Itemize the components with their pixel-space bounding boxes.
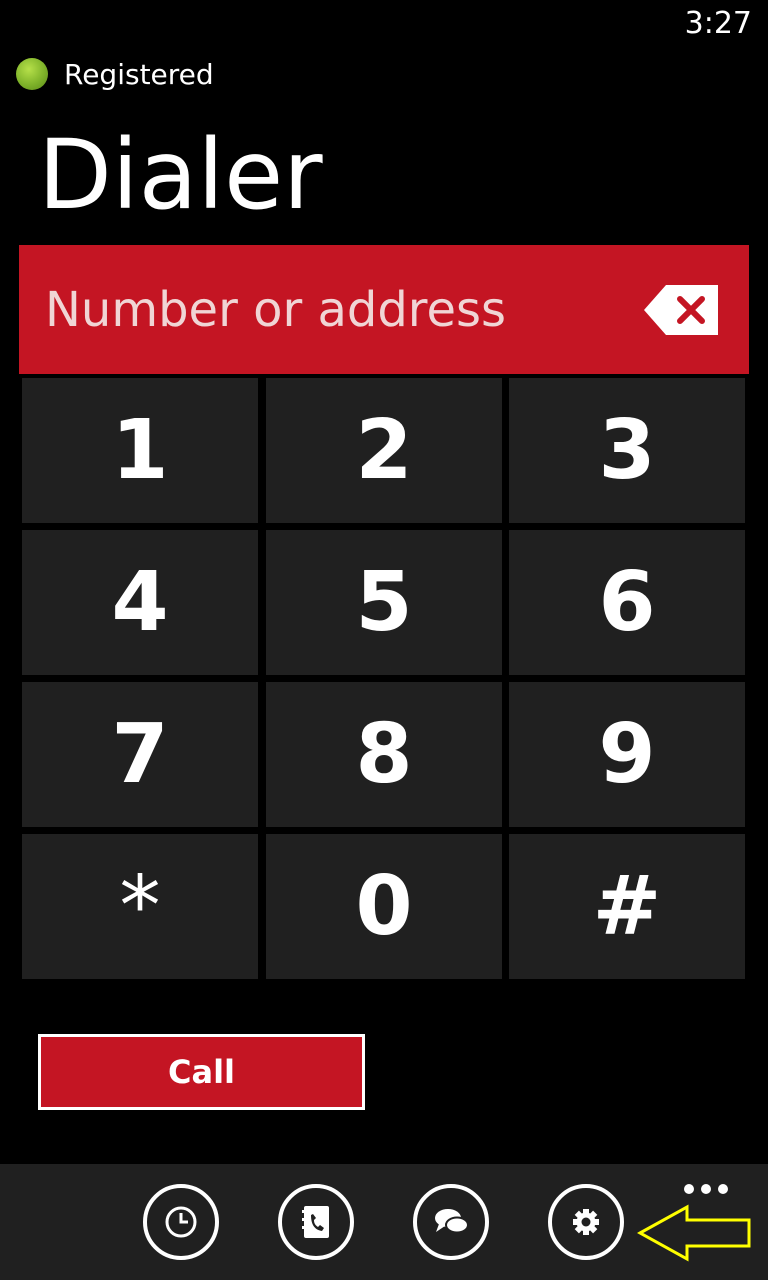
key-3[interactable]: 3 xyxy=(509,378,745,523)
settings-button[interactable] xyxy=(548,1184,624,1260)
number-field xyxy=(19,245,749,374)
key-label: # xyxy=(592,859,662,954)
key-hash[interactable]: # xyxy=(509,834,745,979)
messages-button[interactable] xyxy=(413,1184,489,1260)
history-button[interactable] xyxy=(143,1184,219,1260)
page-title: Dialer xyxy=(38,119,323,231)
key-9[interactable]: 9 xyxy=(509,682,745,827)
call-button[interactable]: Call xyxy=(38,1034,365,1110)
key-label: 5 xyxy=(355,555,413,650)
key-label: 7 xyxy=(111,707,169,802)
chat-icon xyxy=(435,1209,469,1234)
key-1[interactable]: 1 xyxy=(22,378,258,523)
key-4[interactable]: 4 xyxy=(22,530,258,675)
key-0[interactable]: 0 xyxy=(266,834,502,979)
backspace-icon[interactable] xyxy=(644,285,718,335)
annotation-arrow-icon xyxy=(637,1204,751,1262)
ellipsis-icon[interactable] xyxy=(684,1182,728,1196)
number-input[interactable] xyxy=(19,245,619,374)
key-star[interactable]: * xyxy=(22,834,258,979)
key-label: 1 xyxy=(111,403,169,498)
settings-icon xyxy=(573,1209,599,1235)
key-8[interactable]: 8 xyxy=(266,682,502,827)
clock-icon xyxy=(165,1206,197,1238)
key-label: 0 xyxy=(355,859,413,954)
key-6[interactable]: 6 xyxy=(509,530,745,675)
key-label: * xyxy=(119,859,161,954)
status-time: 3:27 xyxy=(684,6,752,41)
key-label: 4 xyxy=(111,555,169,650)
contacts-button[interactable] xyxy=(278,1184,354,1260)
key-label: 6 xyxy=(598,555,656,650)
registration-indicator xyxy=(16,58,48,90)
keypad: 1 2 3 4 5 6 7 8 9 * 0 # xyxy=(19,374,749,980)
key-label: 9 xyxy=(598,707,656,802)
key-label: 2 xyxy=(355,403,413,498)
key-label: 8 xyxy=(355,707,413,802)
contacts-icon xyxy=(302,1206,329,1238)
registration-status-label: Registered xyxy=(64,58,214,91)
key-2[interactable]: 2 xyxy=(266,378,502,523)
key-label: 3 xyxy=(598,403,656,498)
key-5[interactable]: 5 xyxy=(266,530,502,675)
key-7[interactable]: 7 xyxy=(22,682,258,827)
